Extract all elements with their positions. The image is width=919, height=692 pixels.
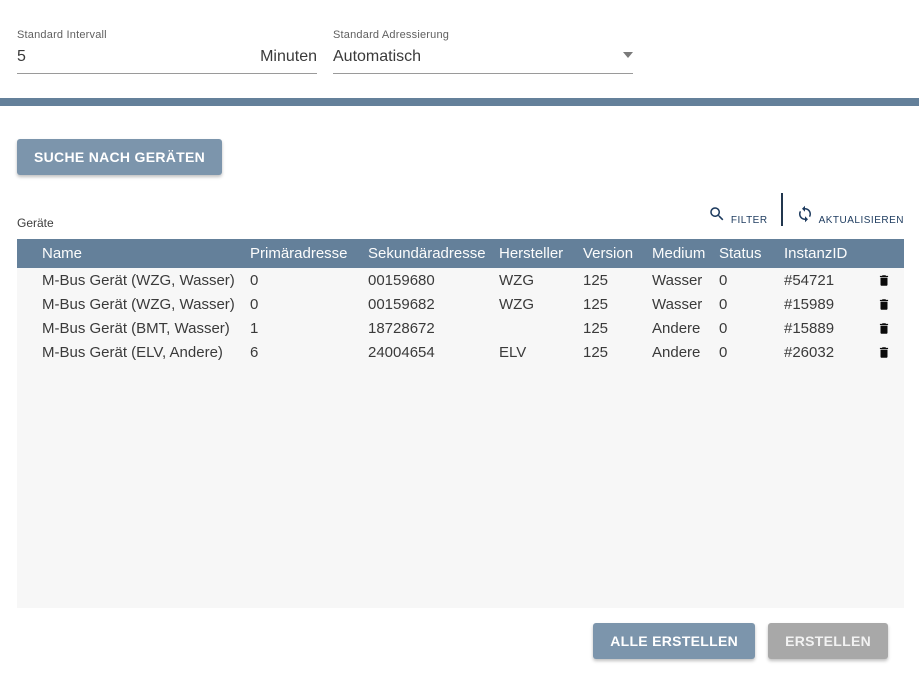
devices-caption: Geräte bbox=[17, 216, 54, 234]
delete-device-button[interactable] bbox=[877, 320, 891, 337]
cell-instance-id: #15889 bbox=[784, 320, 863, 337]
column-header-version: Version bbox=[583, 245, 652, 262]
trash-icon bbox=[877, 320, 891, 337]
footer-actions: ALLE ERSTELLEN ERSTELLEN bbox=[17, 623, 919, 659]
refresh-icon bbox=[796, 205, 814, 223]
cell-status: 0 bbox=[719, 296, 784, 313]
cell-status: 0 bbox=[719, 344, 784, 361]
table-row[interactable]: M-Bus Gerät (WZG, Wasser) 0 00159680 WZG… bbox=[17, 268, 904, 292]
addressing-select[interactable]: Automatisch bbox=[333, 48, 633, 74]
cell-manufacturer: WZG bbox=[499, 296, 583, 313]
create-all-button[interactable]: ALLE ERSTELLEN bbox=[593, 623, 755, 659]
cell-secondary-address: 24004654 bbox=[368, 344, 499, 361]
cell-name: M-Bus Gerät (WZG, Wasser) bbox=[17, 296, 250, 313]
filter-button[interactable]: FILTER bbox=[708, 205, 768, 226]
cell-manufacturer: WZG bbox=[499, 272, 583, 289]
refresh-label: AKTUALISIEREN bbox=[819, 215, 904, 226]
delete-device-button[interactable] bbox=[877, 344, 891, 361]
cell-version: 125 bbox=[583, 344, 652, 361]
devices-table: Name Primäradresse Sekundäradresse Herst… bbox=[17, 239, 904, 608]
trash-icon bbox=[877, 344, 891, 361]
cell-status: 0 bbox=[719, 320, 784, 337]
table-row[interactable]: M-Bus Gerät (WZG, Wasser) 0 00159682 WZG… bbox=[17, 292, 904, 316]
cell-primary-address: 6 bbox=[250, 344, 368, 361]
cell-medium: Andere bbox=[652, 320, 719, 337]
settings-form: Standard Intervall Minuten Standard Adre… bbox=[0, 0, 919, 98]
table-row[interactable]: M-Bus Gerät (BMT, Wasser) 1 18728672 125… bbox=[17, 316, 904, 340]
trash-icon bbox=[877, 296, 891, 313]
toolbar-separator bbox=[781, 193, 783, 226]
cell-name: M-Bus Gerät (ELV, Andere) bbox=[17, 344, 250, 361]
cell-medium: Wasser bbox=[652, 296, 719, 313]
cell-instance-id: #15989 bbox=[784, 296, 863, 313]
cell-medium: Wasser bbox=[652, 272, 719, 289]
addressing-label: Standard Adressierung bbox=[333, 29, 633, 41]
interval-field: Standard Intervall Minuten bbox=[17, 29, 317, 98]
column-header-medium: Medium bbox=[652, 245, 719, 262]
section-divider bbox=[0, 98, 919, 106]
column-header-name: Name bbox=[17, 245, 250, 262]
cell-version: 125 bbox=[583, 296, 652, 313]
dropdown-arrow-icon bbox=[623, 52, 633, 58]
table-header-row: Name Primäradresse Sekundäradresse Herst… bbox=[17, 239, 904, 268]
cell-primary-address: 0 bbox=[250, 272, 368, 289]
cell-manufacturer: ELV bbox=[499, 344, 583, 361]
cell-name: M-Bus Gerät (WZG, Wasser) bbox=[17, 272, 250, 289]
column-header-instance-id: InstanzID bbox=[784, 245, 863, 262]
cell-secondary-address: 00159680 bbox=[368, 272, 499, 289]
addressing-selected-value: Automatisch bbox=[333, 48, 421, 66]
delete-device-button[interactable] bbox=[877, 272, 891, 289]
cell-instance-id: #26032 bbox=[784, 344, 863, 361]
cell-name: M-Bus Gerät (BMT, Wasser) bbox=[17, 320, 250, 337]
interval-input[interactable] bbox=[17, 48, 117, 66]
filter-label: FILTER bbox=[731, 215, 768, 226]
cell-status: 0 bbox=[719, 272, 784, 289]
cell-version: 125 bbox=[583, 272, 652, 289]
create-button[interactable]: ERSTELLEN bbox=[768, 623, 888, 659]
table-toolbar: Geräte FILTER AKTUALISIEREN bbox=[17, 175, 904, 234]
column-header-status: Status bbox=[719, 245, 784, 262]
interval-unit-suffix: Minuten bbox=[260, 48, 317, 66]
cell-secondary-address: 18728672 bbox=[368, 320, 499, 337]
cell-primary-address: 0 bbox=[250, 296, 368, 313]
table-row[interactable]: M-Bus Gerät (ELV, Andere) 6 24004654 ELV… bbox=[17, 340, 904, 364]
cell-instance-id: #54721 bbox=[784, 272, 863, 289]
column-header-manufacturer: Hersteller bbox=[499, 245, 583, 262]
cell-secondary-address: 00159682 bbox=[368, 296, 499, 313]
refresh-button[interactable]: AKTUALISIEREN bbox=[796, 205, 904, 226]
search-icon bbox=[708, 205, 726, 223]
cell-medium: Andere bbox=[652, 344, 719, 361]
trash-icon bbox=[877, 272, 891, 289]
delete-device-button[interactable] bbox=[877, 296, 891, 313]
cell-primary-address: 1 bbox=[250, 320, 368, 337]
column-header-primary-address: Primäradresse bbox=[250, 245, 368, 262]
cell-version: 125 bbox=[583, 320, 652, 337]
interval-label: Standard Intervall bbox=[17, 29, 317, 41]
table-body: M-Bus Gerät (WZG, Wasser) 0 00159680 WZG… bbox=[17, 268, 904, 364]
addressing-field[interactable]: Standard Adressierung Automatisch bbox=[333, 29, 633, 98]
search-devices-button[interactable]: SUCHE NACH GERÄTEN bbox=[17, 139, 222, 175]
column-header-secondary-address: Sekundäradresse bbox=[368, 245, 499, 262]
